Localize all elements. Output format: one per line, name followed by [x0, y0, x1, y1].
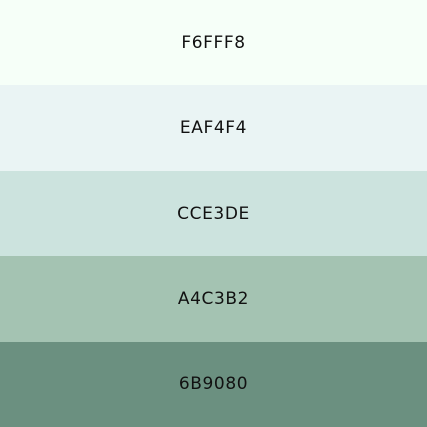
color-swatch: A4C3B2	[0, 256, 427, 342]
color-swatch: CCE3DE	[0, 170, 427, 257]
color-swatch: F6FFF8	[0, 0, 427, 86]
color-swatch: EAF4F4	[0, 85, 427, 171]
swatch-hex-label: 6B9080	[178, 374, 249, 395]
color-palette: F6FFF8 EAF4F4 CCE3DE A4C3B2 6B9080	[0, 0, 427, 427]
swatch-hex-label: F6FFF8	[181, 32, 246, 53]
swatch-hex-label: CCE3DE	[177, 203, 250, 224]
swatch-hex-label: A4C3B2	[177, 288, 250, 309]
color-swatch: 6B9080	[0, 341, 427, 427]
swatch-hex-label: EAF4F4	[179, 118, 248, 139]
